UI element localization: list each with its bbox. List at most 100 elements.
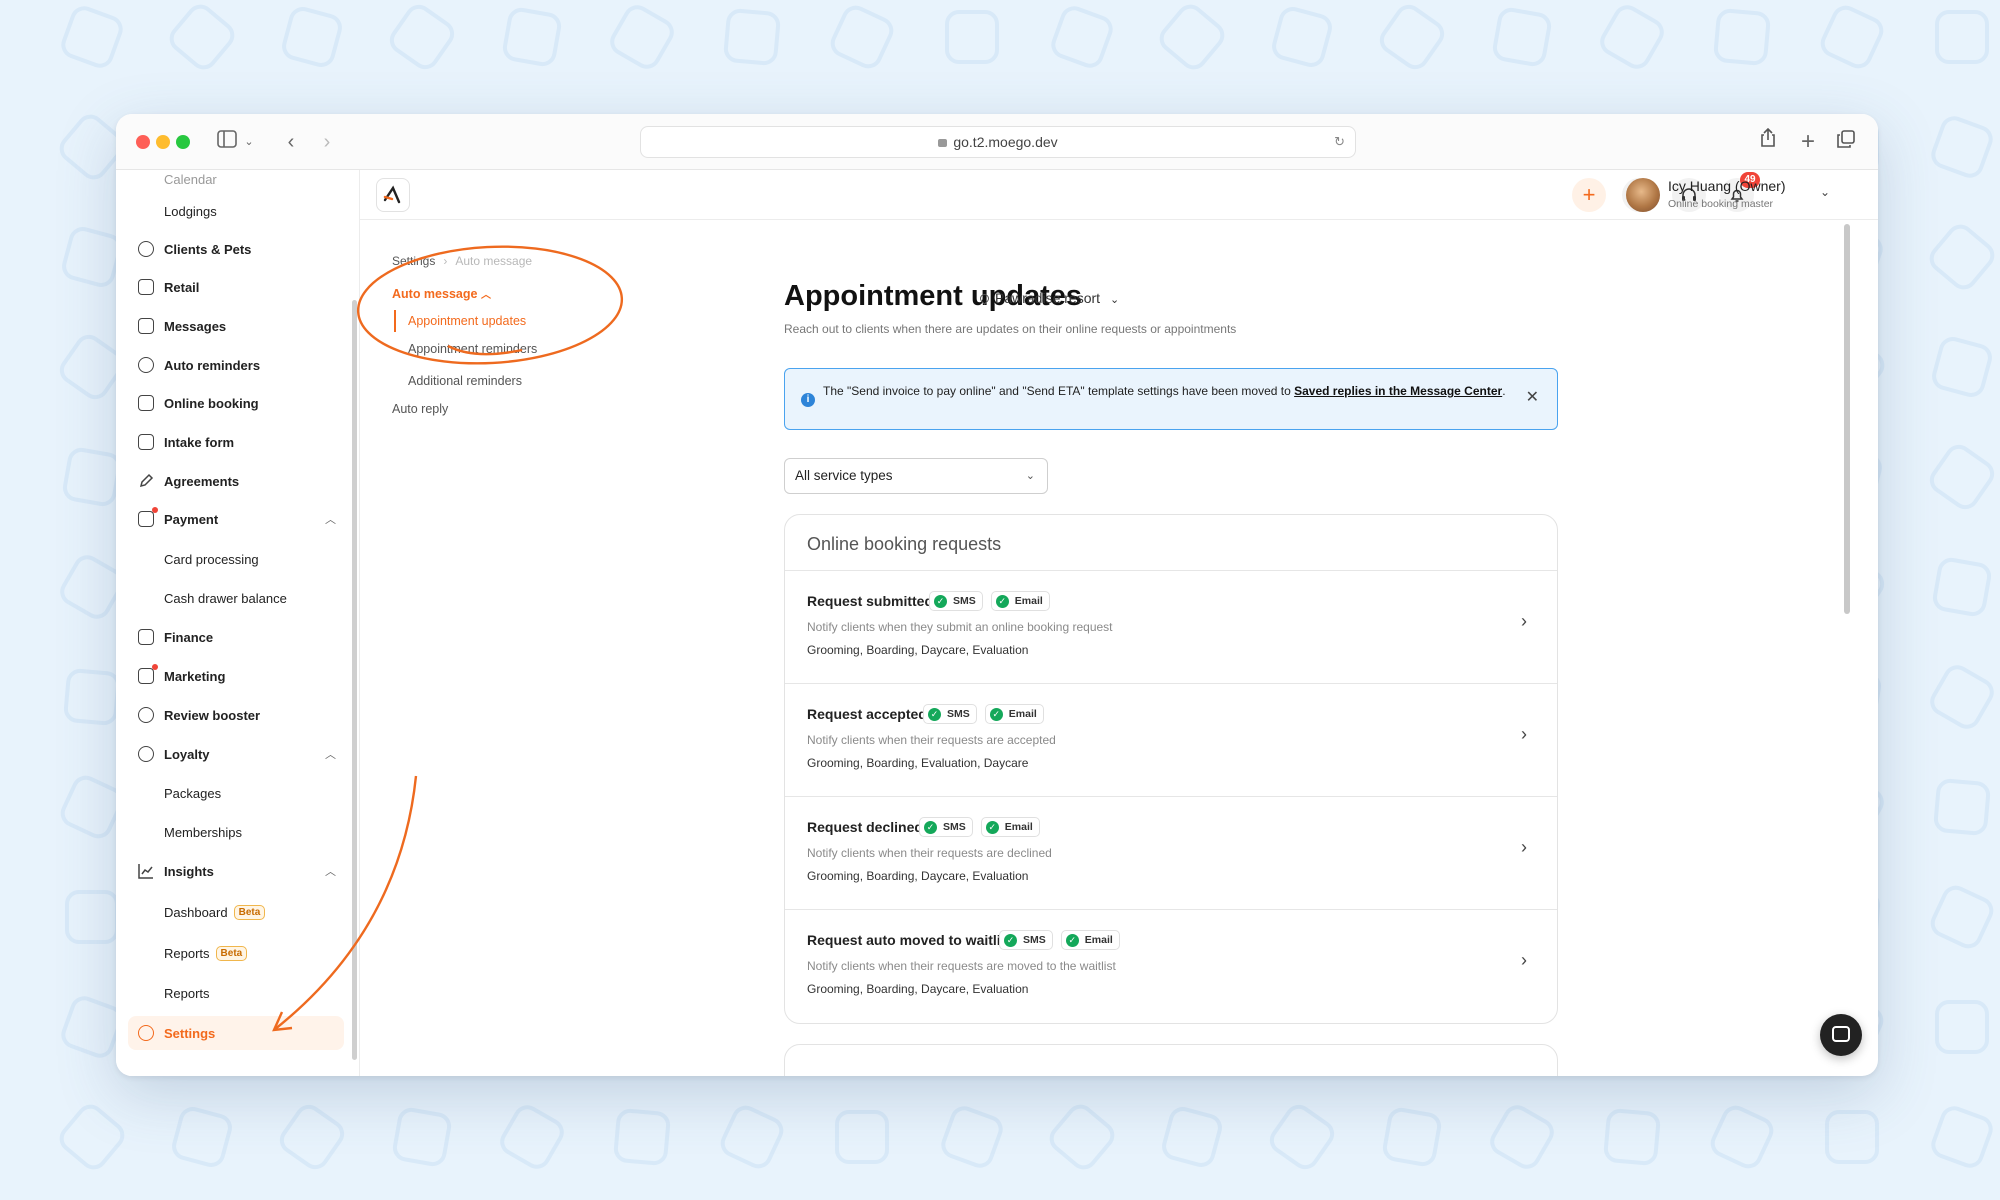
settings-item-appointment-updates[interactable]: Appointment updates [394,310,526,332]
close-icon[interactable]: ✕ [1526,387,1539,407]
chevron-down-icon[interactable]: ⌄ [242,128,256,156]
main-scrollbar[interactable] [1844,224,1850,614]
settings-group-auto-message[interactable]: Auto message ︿ [392,286,491,301]
chevron-right-icon[interactable]: › [1521,950,1527,971]
channel-tags: ✓ SMS ✓ Email [929,591,1050,611]
settings-item-auto-reply[interactable]: Auto reply [392,402,448,416]
user-name[interactable]: Icy Huang (Owner) [1668,178,1785,194]
sidebar-item-agreements[interactable]: Agreements [128,464,344,498]
share-icon[interactable] [1756,127,1780,156]
minimize-window-button[interactable] [156,135,170,149]
location-label: Pawradise resort [995,290,1101,306]
sidebar-item-label: Auto reminders [164,357,261,373]
moego-logo[interactable] [376,178,410,212]
banner-message: The "Send invoice to pay online" and "Se… [823,384,1295,398]
avatar[interactable] [1626,178,1660,212]
tab-overview-icon[interactable] [1834,128,1858,156]
add-button[interactable]: + [1572,178,1606,212]
email-tag: ✓ Email [980,817,1040,837]
location-selector[interactable]: Pawradise resort ⌄ [978,290,1119,306]
url-bar[interactable]: go.t2.moego.dev ↻ [640,126,1356,158]
request-row[interactable]: Request auto moved to waitlist ✓ SMS ✓ Email… [785,910,1557,1023]
sidebar-item-payment[interactable]: Payment ︿ [128,502,344,536]
sidebar-scrollbar[interactable] [352,300,357,1060]
sidebar-item-retail[interactable]: Retail [128,270,344,304]
sidebar-item-reports-beta[interactable]: Reports Beta [128,936,344,970]
location-pin-icon [978,292,991,305]
sidebar-item-settings[interactable]: Settings [128,1016,344,1050]
request-row[interactable]: Request accepted ✓ SMS ✓ Email Notify clients… [785,684,1557,797]
new-tab-icon[interactable]: + [1796,128,1820,156]
sidebar-item-label: Insights [164,863,214,879]
sidebar-toggle-icon[interactable] [216,128,238,156]
sidebar-item-calendar[interactable]: Calendar [128,170,344,196]
sms-label: SMS [953,595,976,607]
sidebar-item-loyalty[interactable]: Loyalty ︿ [128,737,344,771]
sidebar-item-auto-reminders[interactable]: Auto reminders [128,348,344,382]
sidebar-item-packages[interactable]: Packages [128,776,344,810]
request-row[interactable]: Request submitted ✓ SMS ✓ Email Notify client… [785,571,1557,684]
breadcrumb: Settings › Auto message [392,254,532,268]
user-role: Online booking master [1668,198,1774,210]
request-row[interactable]: Request declined ✓ SMS ✓ Email Notify clients… [785,797,1557,910]
sidebar-item-lodgings[interactable]: Lodgings [128,194,344,228]
settings-item-additional-reminders[interactable]: Additional reminders [408,374,522,388]
chevron-right-icon: › [443,254,448,268]
sidebar-item-clients-pets[interactable]: Clients & Pets [128,232,344,266]
sidebar-item-memberships[interactable]: Memberships [128,815,344,849]
pattern-tile [495,1100,569,1174]
sidebar-item-messages[interactable]: Messages [128,309,344,343]
chat-button[interactable] [1820,1014,1862,1056]
sms-tag: ✓ SMS [923,704,977,724]
sidebar-item-review-booster[interactable]: Review booster [128,698,344,732]
saved-replies-link[interactable]: Saved replies in the Message Center [1294,384,1502,398]
sidebar-item-label: Retail [164,279,200,295]
sidebar-item-dashboard[interactable]: Dashboard Beta [128,895,344,929]
chevron-right-icon[interactable]: › [1521,837,1527,858]
breadcrumb-root[interactable]: Settings [392,254,435,268]
row-title: Request auto moved to waitlist [807,932,1014,948]
chevron-down-icon[interactable]: ⌄ [1820,185,1830,199]
sidebar-item-reports[interactable]: Reports [128,976,344,1010]
zoom-window-button[interactable] [176,135,190,149]
chevron-right-icon[interactable]: › [1521,611,1527,632]
reload-icon[interactable]: ↻ [1334,127,1345,157]
sms-label: SMS [947,708,970,720]
service-type-select[interactable]: All service types ⌄ [784,458,1048,494]
chat-icon [1832,1026,1850,1042]
pattern-tile [716,1101,788,1173]
pattern-tile [1153,0,1231,76]
sidebar-item-marketing[interactable]: Marketing [128,659,344,693]
sidebar-item-label: Reports [164,945,210,961]
pattern-tile [1927,1102,1997,1172]
sidebar-item-card-processing[interactable]: Card processing [128,542,344,576]
forward-arrow-icon[interactable]: › [316,128,338,156]
close-window-button[interactable] [136,135,150,149]
check-icon: ✓ [1065,933,1079,947]
sidebar-item-online-booking[interactable]: Online booking [128,386,344,420]
row-title: Request accepted [807,706,927,722]
sidebar-item-label: Messages [164,318,227,334]
banner-period: . [1502,384,1506,398]
pattern-tile [278,3,346,71]
pattern-tile [1928,333,1996,401]
channel-tags: ✓ SMS ✓ Email [919,817,1040,837]
back-arrow-icon[interactable]: ‹ [280,128,302,156]
breadcrumb-current: Auto message [455,254,533,268]
pattern-tile [62,667,122,727]
settings-item-appointment-reminders[interactable]: Appointment reminders [408,342,537,356]
sidebar-item-label: Packages [164,785,222,801]
sidebar-item-label: Payment [164,511,219,527]
main-content: Appointment updates Pawradise resort ⌄ R… [660,220,1850,1076]
pattern-tile [1047,2,1117,72]
sidebar-item-intake-form[interactable]: Intake form [128,425,344,459]
row-description: Notify clients when their requests are m… [807,959,1116,973]
sidebar-item-insights[interactable]: Insights ︿ [128,854,344,888]
sidebar-item-finance[interactable]: Finance [128,620,344,654]
beta-badge: Beta [233,904,266,920]
chevron-up-icon: ︿ [480,290,491,301]
sidebar-item-cash-drawer[interactable]: Cash drawer balance [128,581,344,615]
chevron-right-icon[interactable]: › [1521,724,1527,745]
pattern-tile [1925,660,1999,734]
email-label: Email [1008,708,1037,720]
